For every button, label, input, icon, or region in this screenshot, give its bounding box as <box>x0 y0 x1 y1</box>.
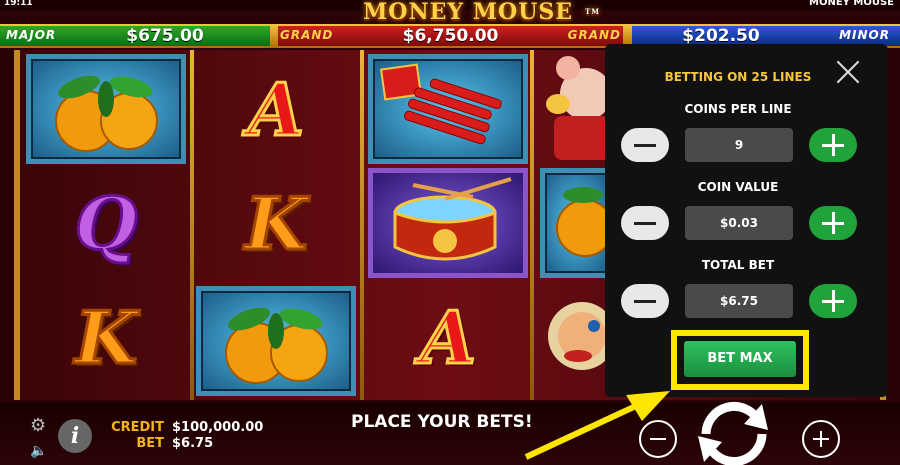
gear-icon[interactable]: ⚙ <box>30 417 48 435</box>
speaker-icon[interactable]: 🔈 <box>30 443 48 459</box>
clock: 19:11 <box>4 0 33 8</box>
bet-label: BET <box>136 436 164 451</box>
letter-k-symbol: K <box>73 293 139 381</box>
letter-a-symbol: A <box>419 293 478 381</box>
bet-max-button[interactable]: BET MAX <box>684 341 796 377</box>
drum-icon <box>393 177 512 261</box>
reel-3-row-2-symbol <box>368 168 528 278</box>
spin-button[interactable] <box>690 396 778 465</box>
reel-4-row-2-symbol <box>540 168 614 278</box>
total-bet-increase-button[interactable] <box>809 284 857 318</box>
reel-1-row-2-symbol: Q <box>26 168 186 278</box>
tangerine-icon <box>225 307 328 384</box>
jackpot-minor: $202.50 MINOR <box>632 26 900 46</box>
reel-2-row-2-symbol: K <box>196 168 356 278</box>
firecracker-icon <box>379 63 502 145</box>
credit-value: $100,000.00 <box>172 420 264 435</box>
jackpot-major: MAJOR $675.00 <box>0 26 270 46</box>
total-bet-value: $6.75 <box>685 284 793 318</box>
jackpot-grand: GRAND $6,750.00 GRAND <box>278 26 623 46</box>
jackpot-major-value: $675.00 <box>126 26 204 46</box>
reel-3-row-3-symbol: A <box>368 282 528 392</box>
total-bet-label: TOTAL BET <box>701 258 775 272</box>
reel-divider <box>530 50 534 400</box>
jackpot-major-label: MAJOR <box>6 28 57 42</box>
reel-1-row-3-symbol: K <box>26 282 186 392</box>
tangerine-icon <box>556 187 614 257</box>
coin-value-increase-button[interactable] <box>809 206 857 240</box>
increase-bet-button[interactable] <box>802 420 840 458</box>
jackpot-grand-label-right: GRAND <box>567 28 621 42</box>
reel-divider <box>190 50 194 400</box>
credit-label: CREDIT <box>111 420 164 435</box>
trademark: TM <box>585 7 600 16</box>
reel-1-row-1-symbol <box>26 54 186 164</box>
reel-2-row-3-symbol <box>196 286 356 396</box>
mouse-icon <box>546 56 612 160</box>
letter-a-symbol: A <box>247 65 306 153</box>
lion-icon <box>548 302 616 370</box>
betting-lines-title: BETTING ON 25 LINES <box>664 70 812 84</box>
info-button[interactable]: i <box>58 419 92 453</box>
coin-value-decrease-button[interactable] <box>621 206 669 240</box>
reel-2-row-1-symbol: A <box>196 54 356 164</box>
jackpot-grand-value: $6,750.00 <box>402 26 499 46</box>
coins-per-line-label: COINS PER LINE <box>684 102 792 116</box>
jackpot-grand-label-left: GRAND <box>280 28 334 42</box>
reel-4-row-3-symbol <box>538 286 616 396</box>
reel-3-row-1-symbol <box>368 54 528 164</box>
bet-value: $6.75 <box>172 436 214 451</box>
jackpot-minor-value: $202.50 <box>682 26 760 46</box>
coins-per-line-increase-button[interactable] <box>809 128 857 162</box>
annotation-arrow-icon <box>524 391 670 460</box>
tangerine-icon <box>55 75 158 152</box>
game-name: MONEY MOUSE <box>809 0 894 8</box>
status-message: PLACE YOUR BETS! <box>351 412 533 432</box>
close-icon[interactable] <box>835 59 861 85</box>
reel-divider <box>360 50 364 400</box>
letter-k-symbol: K <box>243 179 309 267</box>
total-bet-decrease-button[interactable] <box>621 284 669 318</box>
coins-per-line-decrease-button[interactable] <box>621 128 669 162</box>
reel-4-row-1-symbol <box>538 54 612 164</box>
coin-value-label: COIN VALUE <box>697 180 779 194</box>
coins-per-line-value: 9 <box>685 128 793 162</box>
game-logo-text: MONEY MOUSE <box>362 0 574 25</box>
jackpot-minor-label: MINOR <box>839 28 890 42</box>
letter-q-symbol: Q <box>73 179 139 267</box>
game-logo: MONEY MOUSE TM <box>332 0 604 26</box>
coin-value-value: $0.03 <box>685 206 793 240</box>
